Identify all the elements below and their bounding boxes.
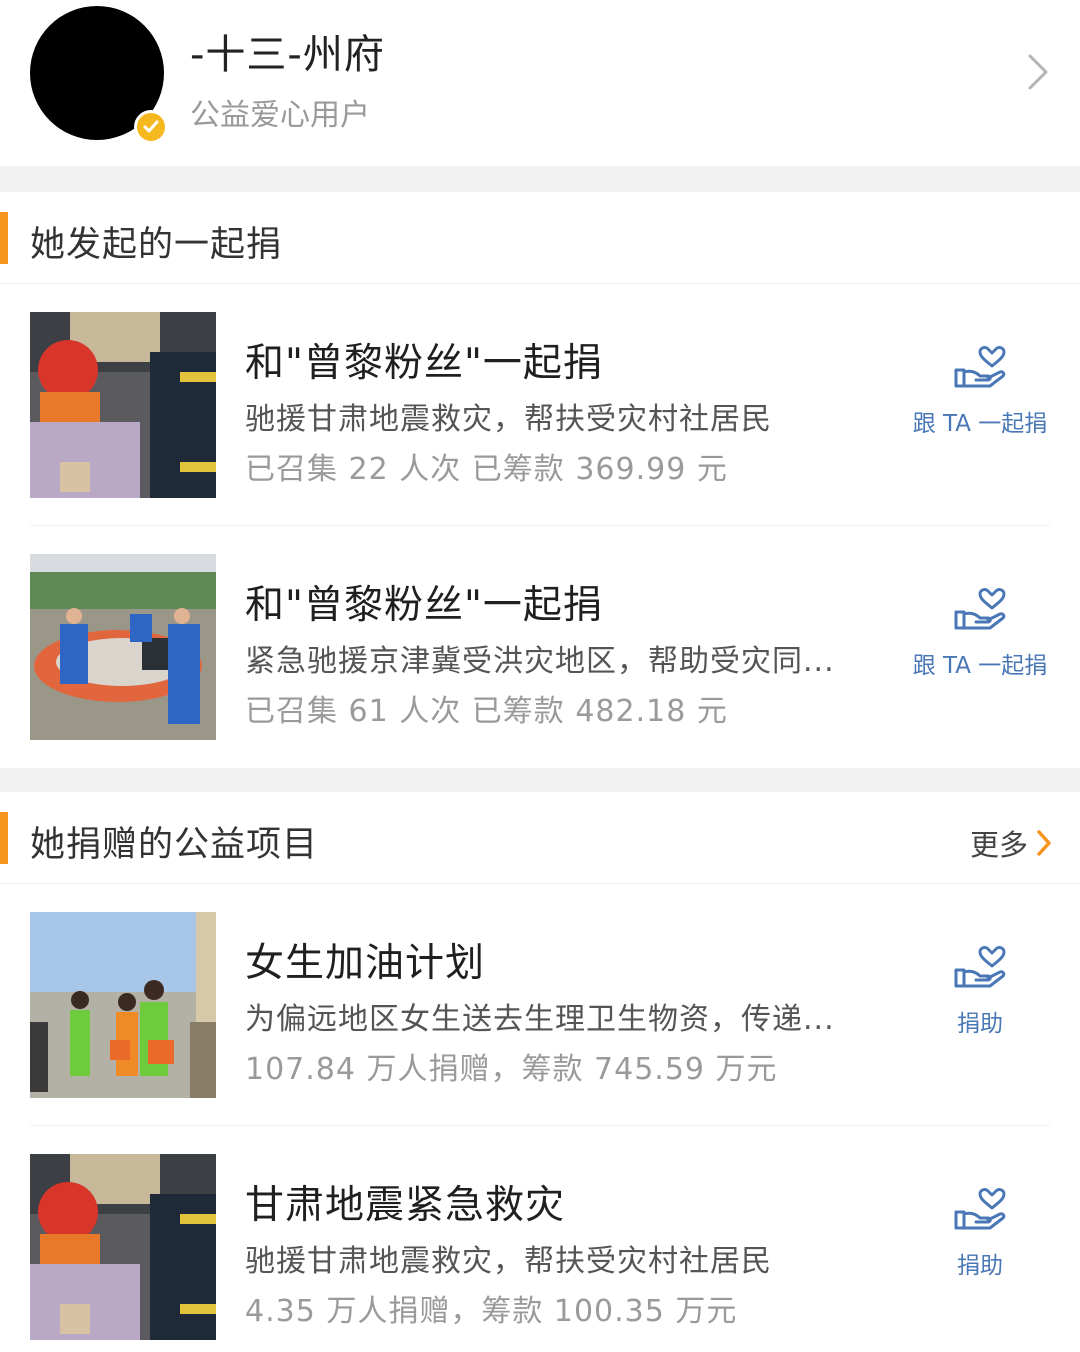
action-label: 跟 TA 一起捐 [912, 411, 1048, 437]
card-title: 和"曾黎粉丝"一起捐 [245, 341, 603, 386]
card-stats: 4.35 万人捐赠，筹款 100.35 万元 [245, 1294, 738, 1329]
card-title: 和"曾黎粉丝"一起捐 [245, 583, 603, 628]
heart-hand-icon [954, 946, 1006, 988]
profile-name: -十三-州府 [190, 32, 385, 78]
card-stats: 已召集 61 人次 已筹款 482.18 元 [245, 694, 728, 729]
action-label: 捐助 [957, 1253, 1003, 1279]
initiated-card[interactable]: 和"曾黎粉丝"一起捐 紧急驰援京津冀受洪灾地区，帮助受灾同... 已召集 61 … [0, 526, 1080, 768]
section-gap [0, 166, 1080, 192]
more-link[interactable]: 更多 [970, 822, 1052, 864]
chevron-right-icon [1037, 830, 1051, 856]
heart-hand-icon [954, 1188, 1006, 1230]
profile-subtitle: 公益爱心用户 [190, 98, 370, 133]
card-description: 紧急驰援京津冀受洪灾地区，帮助受灾同... [245, 644, 835, 679]
join-donate-button[interactable]: 跟 TA 一起捐 [900, 586, 1060, 680]
chevron-right-icon[interactable] [1026, 52, 1050, 92]
card-description: 为偏远地区女生送去生理卫生物资，传递... [245, 1002, 835, 1037]
donate-button[interactable]: 捐助 [900, 944, 1060, 1038]
section-accent-bar [0, 212, 8, 264]
section-gap [0, 768, 1080, 792]
initiated-card[interactable]: 和"曾黎粉丝"一起捐 驰援甘肃地震救灾，帮扶受灾村社居民 已召集 22 人次 已… [0, 284, 1080, 526]
card-title: 甘肃地震紧急救灾 [245, 1183, 566, 1228]
card-description: 驰援甘肃地震救灾，帮扶受灾村社居民 [245, 402, 772, 437]
card-description: 驰援甘肃地震救灾，帮扶受灾村社居民 [245, 1244, 772, 1279]
donated-card[interactable]: 甘肃地震紧急救灾 驰援甘肃地震救灾，帮扶受灾村社居民 4.35 万人捐赠，筹款 … [0, 1126, 1080, 1352]
heart-hand-icon [954, 588, 1006, 630]
more-label: 更多 [969, 828, 1028, 862]
verified-badge-icon [134, 110, 168, 144]
heart-hand-icon [954, 346, 1006, 388]
section-header-donated: 她捐赠的公益项目 更多 [0, 792, 1080, 884]
donated-card[interactable]: 女生加油计划 为偏远地区女生送去生理卫生物资，传递... 107.84 万人捐赠… [0, 884, 1080, 1126]
section-accent-bar [0, 812, 8, 864]
card-stats: 已召集 22 人次 已筹款 369.99 元 [245, 452, 728, 487]
card-stats: 107.84 万人捐赠，筹款 745.59 万元 [245, 1052, 778, 1087]
action-label: 跟 TA 一起捐 [912, 653, 1048, 679]
project-thumbnail [30, 1154, 216, 1340]
profile-header[interactable]: -十三-州府 公益爱心用户 [0, 0, 1080, 166]
project-thumbnail [30, 912, 216, 1098]
donate-button[interactable]: 捐助 [900, 1186, 1060, 1280]
card-title: 女生加油计划 [245, 941, 486, 986]
section-title: 她发起的一起捐 [30, 225, 283, 265]
section-title: 她捐赠的公益项目 [30, 825, 319, 865]
action-label: 捐助 [957, 1011, 1003, 1037]
project-thumbnail [30, 312, 216, 498]
section-header-initiated: 她发起的一起捐 [0, 192, 1080, 284]
join-donate-button[interactable]: 跟 TA 一起捐 [900, 344, 1060, 438]
project-thumbnail [30, 554, 216, 740]
